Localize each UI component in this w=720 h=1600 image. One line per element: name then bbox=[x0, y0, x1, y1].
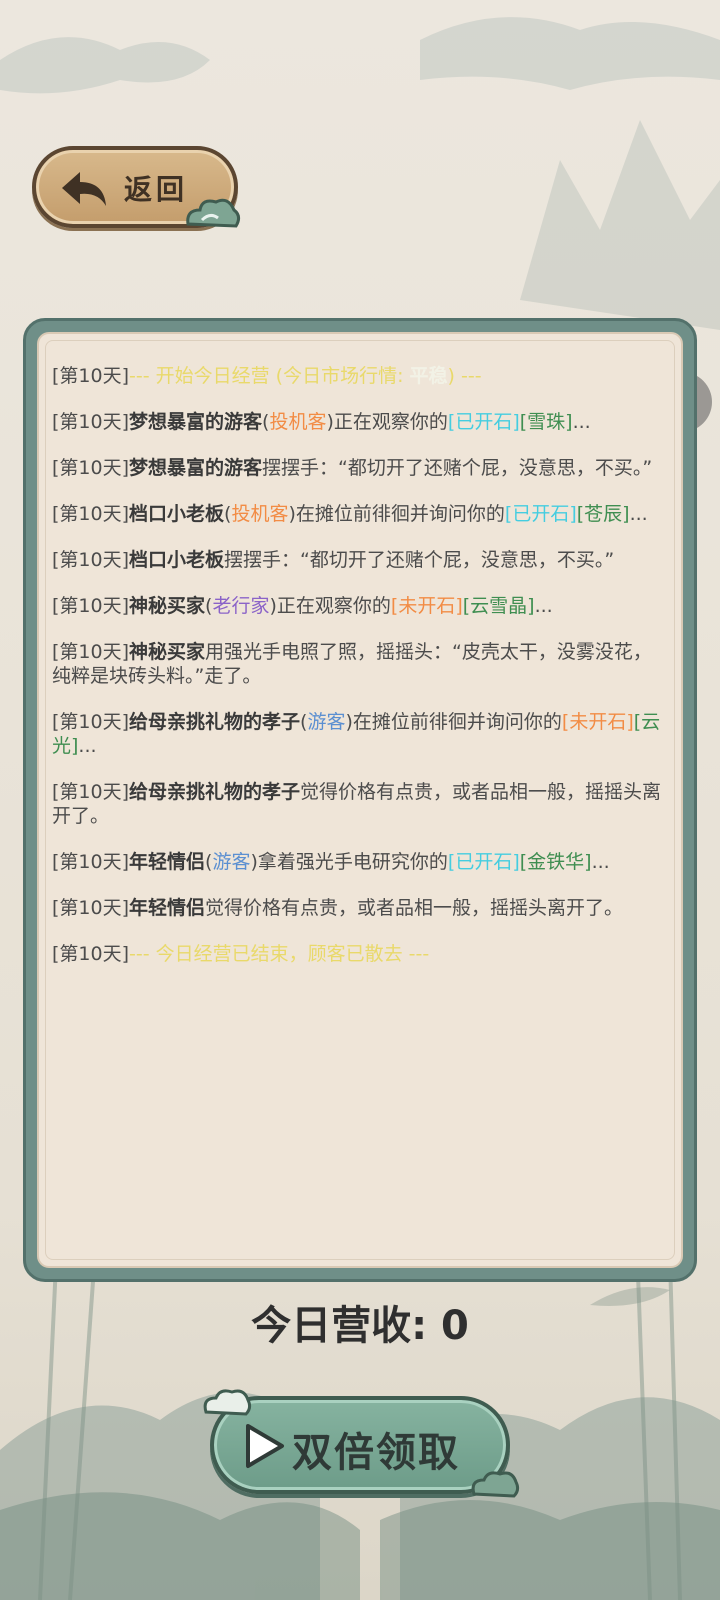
log-entry: [第10天]给母亲挑礼物的孝子觉得价格有点贵，或者品相一般，摇摇头离开了。 bbox=[52, 781, 662, 827]
log-entry: [第10天]档口小老板(投机客)在摊位前徘徊并询问你的[已开石][苍辰]... bbox=[52, 503, 648, 525]
log-entry: [第10天]梦想暴富的游客(投机客)正在观察你的[已开石][雪珠]... bbox=[52, 411, 591, 433]
business-log[interactable]: [第10天]--- 开始今日经营 (今日市场行情: 平稳) --- [第10天]… bbox=[52, 364, 670, 988]
log-entry: [第10天]档口小老板摆摆手：“都切开了还赌个屁，没意思，不买。” bbox=[52, 549, 615, 571]
back-arrow-icon bbox=[62, 172, 106, 206]
cloud-ornament-icon bbox=[471, 1471, 520, 1498]
log-entry: [第10天]梦想暴富的游客摆摆手：“都切开了还赌个屁，没意思，不买。” bbox=[52, 457, 653, 479]
play-video-icon bbox=[246, 1424, 284, 1468]
log-entry: [第10天]--- 今日经营已结束，顾客已散去 --- bbox=[52, 943, 430, 965]
log-entry: [第10天]给母亲挑礼物的孝子(游客)在摊位前徘徊并询问你的[未开石][云光].… bbox=[52, 711, 661, 757]
log-entry: [第10天]年轻情侣觉得价格有点贵，或者品相一般，摇摇头离开了。 bbox=[52, 897, 624, 919]
cloud-ornament-icon bbox=[186, 198, 241, 228]
double-claim-label: 双倍领取 bbox=[292, 1430, 460, 1476]
back-button[interactable]: 返回 bbox=[32, 146, 241, 228]
log-entry: [第10天]年轻情侣(游客)拿着强光手电研究你的[已开石][金铁华]... bbox=[52, 851, 610, 873]
log-entry: [第10天]--- 开始今日经营 (今日市场行情: 平稳) --- bbox=[52, 365, 482, 387]
log-entry: [第10天]神秘买家用强光手电照了照，摇摇头：“皮壳太干，没雾没花，纯粹是块砖头… bbox=[52, 641, 652, 687]
back-label: 返回 bbox=[124, 173, 189, 206]
cloud-ornament-icon bbox=[203, 1389, 252, 1416]
double-claim-button[interactable]: 双倍领取 bbox=[203, 1389, 520, 1498]
daily-revenue: 今日营收: 0 bbox=[251, 1303, 469, 1349]
log-entry: [第10天]神秘买家(老行家)正在观察你的[未开石][云雪晶]... bbox=[52, 595, 553, 617]
